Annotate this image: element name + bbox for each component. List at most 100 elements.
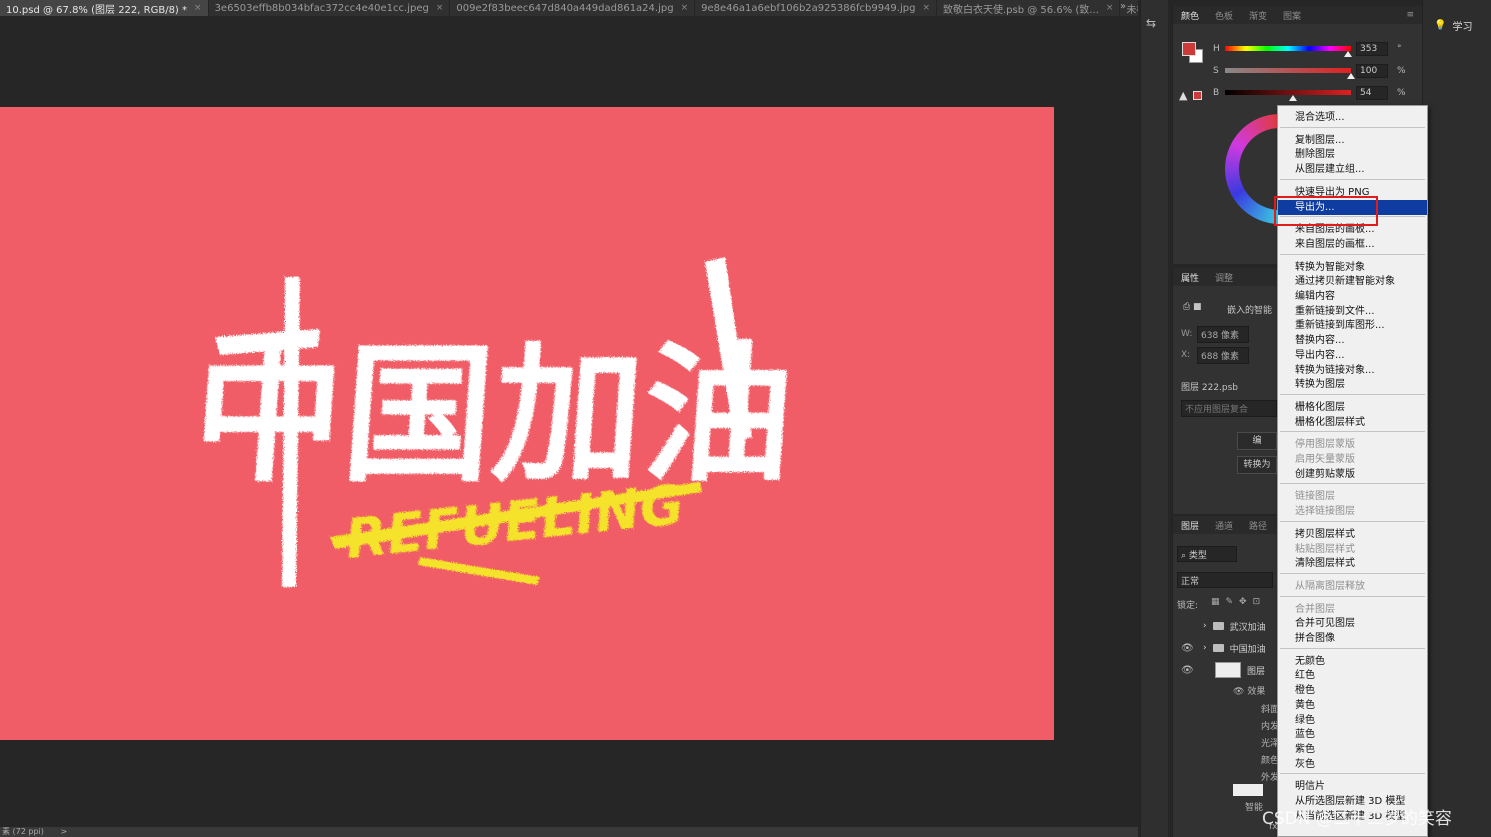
color-panel-tab[interactable]: 图案: [1275, 9, 1309, 22]
context-menu-item[interactable]: 重新链接到库图形...: [1278, 318, 1427, 333]
context-menu-item[interactable]: 红色: [1278, 668, 1427, 683]
layer-name: 图层: [1247, 666, 1266, 677]
context-menu-item[interactable]: 黄色: [1278, 698, 1427, 713]
slider-track[interactable]: [1225, 46, 1351, 51]
white-layer-thumbnail[interactable]: [1233, 784, 1263, 796]
chevron-icon[interactable]: ›: [1203, 643, 1207, 653]
context-menu-item[interactable]: 拼合图像: [1278, 631, 1427, 646]
context-menu-item[interactable]: 紫色: [1278, 742, 1427, 757]
layers-panel-tab[interactable]: 图层: [1173, 519, 1207, 532]
color-panel-tab[interactable]: 渐变: [1241, 9, 1275, 22]
width-field[interactable]: 638 像素: [1197, 326, 1249, 343]
context-menu-item[interactable]: 蓝色: [1278, 727, 1427, 742]
layers-panel-tab[interactable]: 路径: [1241, 519, 1275, 532]
layer-filter-select[interactable]: ⌕ 类型: [1177, 546, 1237, 562]
document-tab[interactable]: 致敬白衣天使.psb @ 56.6% (致... ×: [937, 0, 1121, 16]
context-menu-item[interactable]: 转换为智能对象: [1278, 260, 1427, 275]
context-menu-item[interactable]: 转换为图层: [1278, 377, 1427, 392]
context-menu-item[interactable]: 拷贝图层样式: [1278, 527, 1427, 542]
color-panel-tab[interactable]: 颜色: [1173, 9, 1207, 22]
close-icon[interactable]: ×: [1106, 3, 1114, 13]
slider-value-field[interactable]: 353: [1356, 42, 1388, 56]
eye-icon[interactable]: 👁: [1233, 687, 1244, 697]
properties-panel-tab[interactable]: 属性: [1173, 271, 1207, 284]
slider-handle[interactable]: [1344, 51, 1353, 57]
document-tab[interactable]: 10.psd @ 67.8% (图层 222, RGB/8) * ×: [0, 0, 209, 16]
foreground-color-swatch[interactable]: [1182, 42, 1196, 56]
convert-button[interactable]: 转换为: [1237, 456, 1277, 474]
close-icon[interactable]: ×: [194, 3, 202, 13]
layer-thumbnail[interactable]: [1215, 662, 1241, 678]
panel-menu-icon[interactable]: ≡: [1398, 10, 1422, 20]
lock-icons[interactable]: ▦✎✥⊡: [1211, 597, 1266, 607]
learn-button[interactable]: 💡 学习: [1428, 14, 1482, 36]
context-menu-item[interactable]: 通过拷贝新建智能对象: [1278, 274, 1427, 289]
tabs-overflow-icon[interactable]: »: [1120, 1, 1126, 12]
color-slider-b[interactable]: B 54%: [1213, 86, 1413, 102]
color-slider-h[interactable]: H 353 °: [1213, 42, 1413, 58]
blend-mode-select[interactable]: 正常: [1177, 572, 1273, 588]
slider-track[interactable]: [1225, 68, 1351, 73]
history-icon[interactable]: ⇆: [1146, 16, 1162, 32]
canvas-area[interactable]: 中国加油 REFUELING: [0, 16, 1138, 827]
context-menu-item: 选择链接图层: [1295, 506, 1355, 518]
context-menu-item[interactable]: 删除图层: [1278, 147, 1427, 162]
context-menu-item[interactable]: 复制图层...: [1278, 133, 1427, 148]
edit-contents-button[interactable]: 编: [1237, 432, 1277, 450]
effects-row[interactable]: 👁 效果: [1233, 684, 1265, 697]
color-panel-tab[interactable]: 色板: [1207, 9, 1241, 22]
context-menu-item[interactable]: 无颜色: [1278, 654, 1427, 669]
width-label: W:: [1181, 329, 1193, 339]
context-menu-item[interactable]: 替换内容...: [1278, 333, 1427, 348]
close-icon[interactable]: ×: [922, 3, 930, 13]
context-menu-item[interactable]: 来自图层的画框...: [1278, 237, 1427, 252]
layer-filter-label: 类型: [1188, 551, 1207, 561]
panel-toolstrip: [1140, 0, 1168, 837]
slider-value-field[interactable]: 54: [1356, 86, 1388, 100]
document-tab[interactable]: 9e8e46a1a6ebf106b2a925386fcb9949.jpg ×: [695, 0, 937, 16]
layer-comp-select[interactable]: 不应用图层复合: [1181, 400, 1277, 417]
context-menu-item[interactable]: 从图层建立组...: [1278, 162, 1427, 177]
context-menu-item[interactable]: 清除图层样式: [1278, 556, 1427, 571]
status-zoom: 素 (72 ppi): [2, 827, 44, 836]
document-tab[interactable]: 3e6503effb8b034bfac372cc4e40e1cc.jpeg ×: [209, 0, 451, 16]
context-menu-item: 停用图层蒙版: [1295, 439, 1355, 451]
slider-label: S: [1213, 66, 1219, 76]
slider-unit: °: [1397, 44, 1402, 54]
artwork-canvas[interactable]: 中国加油 REFUELING: [0, 107, 1054, 740]
status-arrow-icon[interactable]: >: [60, 827, 67, 836]
color-slider-s[interactable]: S 100%: [1213, 64, 1413, 80]
status-bar: 素 (72 ppi) >: [0, 827, 1138, 837]
gamut-color-swatch[interactable]: [1193, 91, 1202, 100]
context-menu-item[interactable]: 橙色: [1278, 683, 1427, 698]
context-menu-item[interactable]: 创建剪贴蒙版: [1278, 467, 1427, 482]
document-tab[interactable]: 009e2f83beec647d840a449dad861a24.jpg ×: [450, 0, 696, 16]
context-menu-item[interactable]: 混合选项...: [1278, 110, 1427, 125]
close-icon[interactable]: ×: [436, 3, 444, 13]
properties-panel-tab[interactable]: 调整: [1207, 271, 1241, 284]
context-menu-item[interactable]: 栅格化图层: [1278, 400, 1427, 415]
context-menu-item[interactable]: 绿色: [1278, 713, 1427, 728]
document-tab-label: 未标题-1 @: [1126, 4, 1138, 16]
slider-handle[interactable]: [1289, 95, 1298, 101]
highlight-annotation-box: [1274, 196, 1378, 226]
lightbulb-icon: 💡: [1434, 19, 1447, 31]
layers-panel-tab[interactable]: 通道: [1207, 519, 1241, 532]
context-menu-item[interactable]: 灰色: [1278, 757, 1427, 772]
context-menu-item[interactable]: 导出内容...: [1278, 348, 1427, 363]
slider-handle[interactable]: [1347, 73, 1355, 79]
eye-icon[interactable]: 👁: [1181, 643, 1194, 654]
context-menu-item[interactable]: 合并可见图层: [1278, 616, 1427, 631]
context-menu-item[interactable]: 编辑内容: [1278, 289, 1427, 304]
close-icon[interactable]: ×: [681, 3, 689, 13]
context-menu-item[interactable]: 栅格化图层样式: [1278, 415, 1427, 430]
chevron-icon[interactable]: ›: [1203, 621, 1207, 631]
slider-value-field[interactable]: 100: [1356, 64, 1388, 78]
context-menu-item[interactable]: 转换为链接对象...: [1278, 363, 1427, 378]
context-menu-item[interactable]: 重新链接到文件...: [1278, 304, 1427, 319]
context-menu-item[interactable]: 明信片: [1278, 779, 1427, 794]
gamut-warning-icon[interactable]: ▲: [1179, 89, 1187, 102]
x-field[interactable]: 688 像素: [1197, 347, 1249, 364]
eye-icon[interactable]: 👁: [1181, 665, 1194, 676]
slider-track[interactable]: [1225, 90, 1351, 95]
